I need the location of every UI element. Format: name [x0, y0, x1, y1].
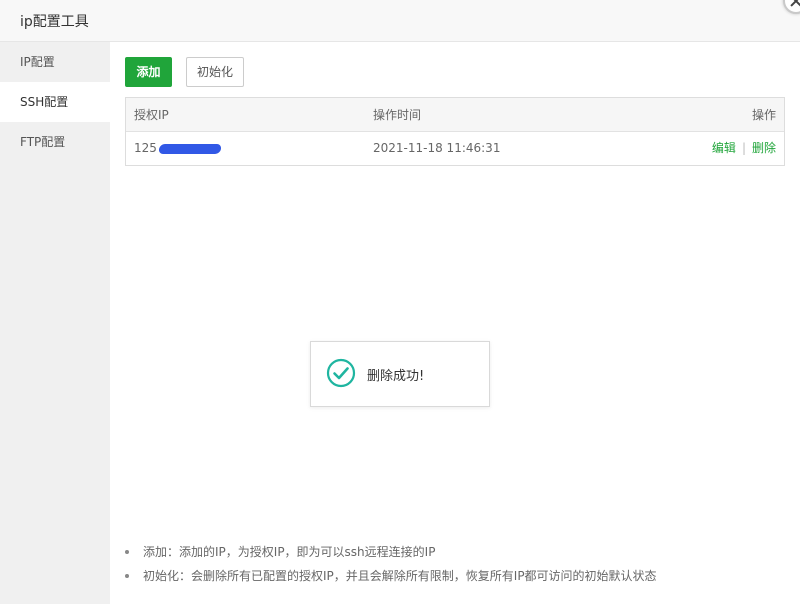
- list-item: 添加：添加的IP，为授权IP，即为可以ssh远程连接的IP: [125, 540, 785, 564]
- sidebar-item-ftp[interactable]: FTP配置: [0, 122, 110, 162]
- ip-prefix: 125: [134, 141, 157, 155]
- time-cell: 2021-11-18 11:46:31: [373, 141, 501, 155]
- edit-link[interactable]: 编辑: [712, 141, 736, 155]
- add-button[interactable]: 添加: [125, 57, 172, 87]
- header-actions: 操作: [751, 108, 776, 122]
- sidebar-item-ip[interactable]: IP配置: [0, 42, 110, 82]
- ip-cell: 125: [134, 132, 222, 165]
- delete-link[interactable]: 删除: [752, 141, 776, 155]
- ip-table: 授权IP 操作时间 操作 125 2021-11-18 11:46:31 编辑 |…: [125, 97, 785, 166]
- sidebar: IP配置 SSH配置 FTP配置: [0, 42, 110, 604]
- help-notes: 添加：添加的IP，为授权IP，即为可以ssh远程连接的IP 初始化：会删除所有已…: [125, 540, 785, 588]
- success-check-icon: [326, 358, 356, 388]
- table-row: 125 2021-11-18 11:46:31 编辑 | 删除: [126, 132, 784, 165]
- header-time: 操作时间: [373, 108, 422, 122]
- header-ip: 授权IP: [134, 108, 169, 122]
- list-item: 初始化：会删除所有已配置的授权IP，并且会解除所有限制，恢复所有IP都可访问的初…: [125, 564, 785, 588]
- title-bar: ip配置工具: [0, 0, 800, 42]
- success-toast: 删除成功!: [310, 341, 490, 407]
- init-button[interactable]: 初始化: [186, 57, 244, 87]
- actions-cell: 编辑 | 删除: [712, 132, 776, 165]
- ip-redaction-mark: [158, 143, 222, 154]
- window-title: ip配置工具: [20, 14, 89, 30]
- sidebar-item-ssh[interactable]: SSH配置: [0, 82, 110, 122]
- table-header: 授权IP 操作时间 操作: [126, 98, 784, 132]
- toast-message: 删除成功!: [367, 369, 425, 384]
- action-separator: |: [741, 141, 746, 155]
- main-panel: 添加 初始化 授权IP 操作时间 操作 125 2021-11-18 11:46…: [110, 42, 800, 604]
